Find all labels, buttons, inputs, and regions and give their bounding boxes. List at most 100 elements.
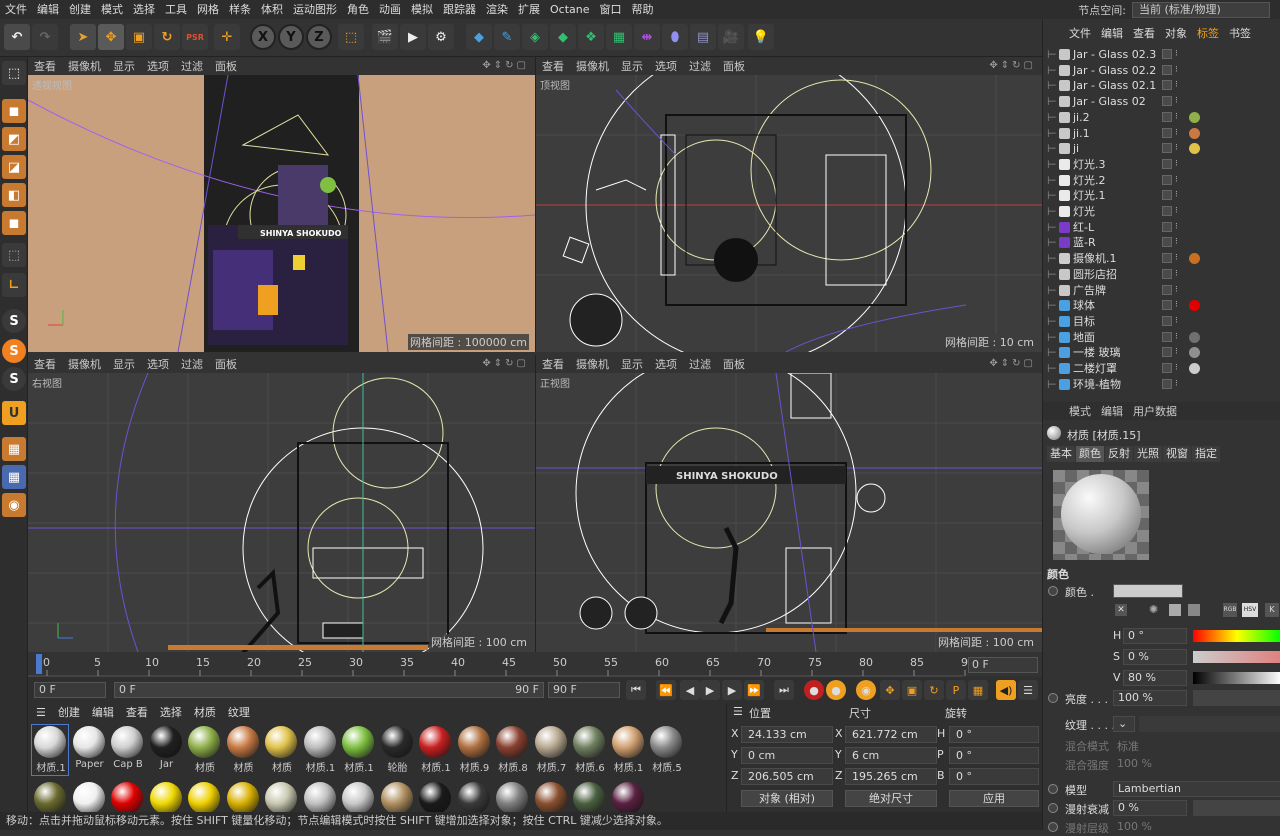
h-field[interactable]: 0 ° xyxy=(1123,628,1187,644)
object-row[interactable]: ⊢ 环境-植物 ⁝ xyxy=(1043,377,1280,393)
object-row[interactable]: ⊢ Jar - Glass 02.2 ⁝ xyxy=(1043,63,1280,79)
material-swatch[interactable]: 材质.6 xyxy=(571,725,607,775)
blend-mode-value[interactable]: 标准 xyxy=(1117,738,1139,754)
tab-basic[interactable]: 基本 xyxy=(1047,446,1075,462)
rot-p-field[interactable]: 0 ° xyxy=(949,747,1039,764)
grid-icon[interactable]: ▦ xyxy=(2,437,26,461)
menu-file[interactable]: 文件 xyxy=(0,0,32,19)
field-icon[interactable]: ⬮ xyxy=(662,24,688,50)
mat-menu-texture[interactable]: 纹理 xyxy=(228,704,250,720)
visibility-toggle[interactable] xyxy=(1162,49,1172,59)
deformer-icon[interactable]: ⇹ xyxy=(634,24,660,50)
menu-mode[interactable]: 模式 xyxy=(96,0,128,19)
tab-assign[interactable]: 指定 xyxy=(1192,446,1220,462)
move-tool-icon[interactable]: ✥ xyxy=(98,24,124,50)
rot-h-field[interactable]: 0 ° xyxy=(949,726,1039,743)
light-icon[interactable]: 💡 xyxy=(748,24,774,50)
om-menu-object[interactable]: 对象 xyxy=(1165,25,1187,41)
key-param-icon[interactable]: P xyxy=(946,680,966,700)
visibility-toggle[interactable] xyxy=(1162,284,1172,295)
v-field[interactable]: 80 % xyxy=(1123,670,1187,686)
psr-icon[interactable]: PSR xyxy=(182,24,208,50)
material-swatch[interactable]: 材质.8 xyxy=(494,725,530,775)
lock-icon[interactable]: ◉ xyxy=(2,493,26,517)
material-swatch[interactable]: 材质 xyxy=(225,725,261,775)
kelvin-mode-button[interactable]: K xyxy=(1265,603,1279,617)
make-editable-icon[interactable]: ⬚ xyxy=(2,61,26,85)
z-axis-lock-icon[interactable]: Z xyxy=(306,24,332,50)
om-menu-tags[interactable]: 标签 xyxy=(1197,25,1219,41)
model-mode-icon[interactable]: ◼ xyxy=(2,99,26,123)
material-swatch[interactable]: 材质.7 xyxy=(533,725,569,775)
diffuse-anim-radio[interactable] xyxy=(1048,803,1058,813)
dot-toggle-icon[interactable]: ⁝ xyxy=(1175,361,1178,376)
viewport-right[interactable]: 查看 摄像机 显示 选项 过滤 面板 ✥⇕↻▢ 右视图 网格间距 : 100 c… xyxy=(28,355,535,652)
size-z-field[interactable]: 195.265 cm xyxy=(845,768,937,785)
timeline-options-icon[interactable]: ☰ xyxy=(1018,680,1038,700)
magnet-icon[interactable]: U xyxy=(2,401,26,425)
hue-slider[interactable] xyxy=(1193,630,1280,642)
viewport-canvas[interactable]: SHINYA SHOKUDO xyxy=(28,74,535,352)
brightness-anim-radio[interactable] xyxy=(1048,693,1058,703)
material-tag-icon[interactable] xyxy=(1189,127,1200,139)
menu-select[interactable]: 选择 xyxy=(128,0,160,19)
coord-mode-select[interactable]: 对象 (相对) xyxy=(741,790,833,807)
vp-menu-view[interactable]: 查看 xyxy=(542,356,564,372)
visibility-toggle[interactable] xyxy=(1162,347,1172,358)
viewport-nav-icons[interactable]: ✥⇕↻▢ xyxy=(989,358,1036,369)
next-key-icon[interactable]: ⏩ xyxy=(744,680,764,700)
dot-toggle-icon[interactable]: ⁝ xyxy=(1175,314,1178,329)
om-menu-file[interactable]: 文件 xyxy=(1069,25,1091,41)
material-tag-icon[interactable] xyxy=(1189,363,1200,374)
menu-mograph[interactable]: 运动图形 xyxy=(288,0,342,19)
vp-menu-display[interactable]: 显示 xyxy=(113,58,135,74)
material-swatch[interactable]: 材质.1 xyxy=(417,725,453,775)
next-frame-icon[interactable]: ▶ xyxy=(722,680,742,700)
array-icon[interactable]: ▦ xyxy=(606,24,632,50)
dot-toggle-icon[interactable]: ⁝ xyxy=(1175,141,1178,156)
vp-menu-camera[interactable]: 摄像机 xyxy=(68,356,101,372)
current-frame-field[interactable]: 0 F xyxy=(968,657,1038,673)
visibility-toggle[interactable] xyxy=(1162,64,1172,75)
vp-menu-camera[interactable]: 摄像机 xyxy=(576,58,609,74)
vp-menu-display[interactable]: 显示 xyxy=(621,58,643,74)
visibility-toggle[interactable] xyxy=(1162,237,1172,248)
attr-menu-mode[interactable]: 模式 xyxy=(1069,403,1091,419)
prev-frame-icon[interactable]: ◀ xyxy=(680,680,700,700)
diffuse-falloff-field[interactable]: 0 % xyxy=(1113,800,1187,816)
object-row[interactable]: ⊢ 地面 ⁝ xyxy=(1043,330,1280,346)
mat-menu-edit[interactable]: 编辑 xyxy=(92,704,114,720)
visibility-toggle[interactable] xyxy=(1162,363,1172,373)
snap-settings-icon[interactable]: S xyxy=(2,367,26,391)
menu-create[interactable]: 创建 xyxy=(64,0,96,19)
diffuse-level-anim-radio[interactable] xyxy=(1048,822,1058,832)
saturation-slider[interactable] xyxy=(1193,651,1280,663)
viewport-perspective[interactable]: 查看 摄像机 显示 选项 过滤 面板 ✥⇕↻▢ SHINYA SHOKUDO 透… xyxy=(28,57,535,352)
scale-tool-icon[interactable]: ▣ xyxy=(126,24,152,50)
color-swatch[interactable] xyxy=(1113,584,1183,598)
visibility-toggle[interactable] xyxy=(1162,158,1172,169)
mat-menu-view[interactable]: 查看 xyxy=(126,704,148,720)
apply-button[interactable]: 应用 xyxy=(949,790,1039,807)
color-anim-radio[interactable] xyxy=(1048,586,1058,596)
dot-toggle-icon[interactable]: ⁝ xyxy=(1175,283,1178,298)
spectrum-icon[interactable] xyxy=(1169,604,1181,616)
menu-simulate[interactable]: 模拟 xyxy=(406,0,438,19)
mat-menu-material[interactable]: 材质 xyxy=(194,704,216,720)
end-frame-field[interactable]: 90 F xyxy=(548,682,620,698)
visibility-toggle[interactable] xyxy=(1162,331,1172,342)
visibility-toggle[interactable] xyxy=(1162,190,1172,201)
vp-menu-view[interactable]: 查看 xyxy=(34,356,56,372)
mograph-cloner-icon[interactable]: ❖ xyxy=(578,24,604,50)
vp-menu-display[interactable]: 显示 xyxy=(113,356,135,372)
vp-menu-panel[interactable]: 面板 xyxy=(215,58,237,74)
material-swatch[interactable]: Paper xyxy=(71,725,107,775)
dot-toggle-icon[interactable]: ⁝ xyxy=(1175,330,1178,345)
brightness-slider[interactable] xyxy=(1193,690,1280,706)
material-tag-icon[interactable] xyxy=(1189,253,1200,265)
material-swatch[interactable]: 轮胎 xyxy=(379,725,415,775)
visibility-toggle[interactable] xyxy=(1162,206,1172,216)
x-axis-lock-icon[interactable]: X xyxy=(250,24,276,50)
subdivision-icon[interactable]: ◈ xyxy=(522,24,548,50)
object-row[interactable]: ⊢ 广告牌 ⁝ xyxy=(1043,283,1280,299)
